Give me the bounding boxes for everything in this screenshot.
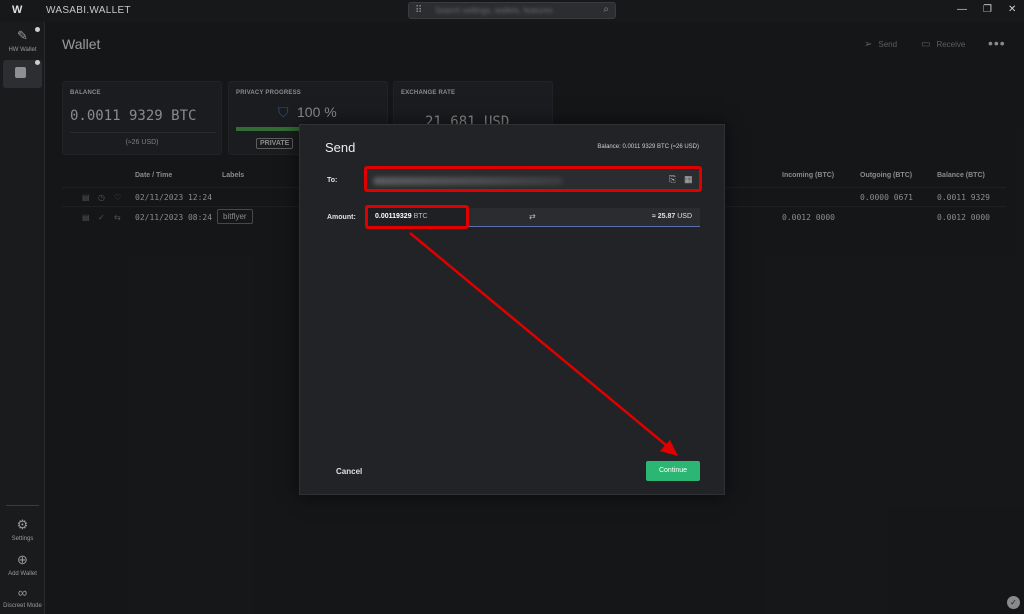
wasabi-wallet-window: W WASABI.WALLET ⠿ Search settings, walle… [0,0,1024,614]
annotation-arrow [409,232,678,456]
status-check-icon: ✓ [1007,596,1020,609]
